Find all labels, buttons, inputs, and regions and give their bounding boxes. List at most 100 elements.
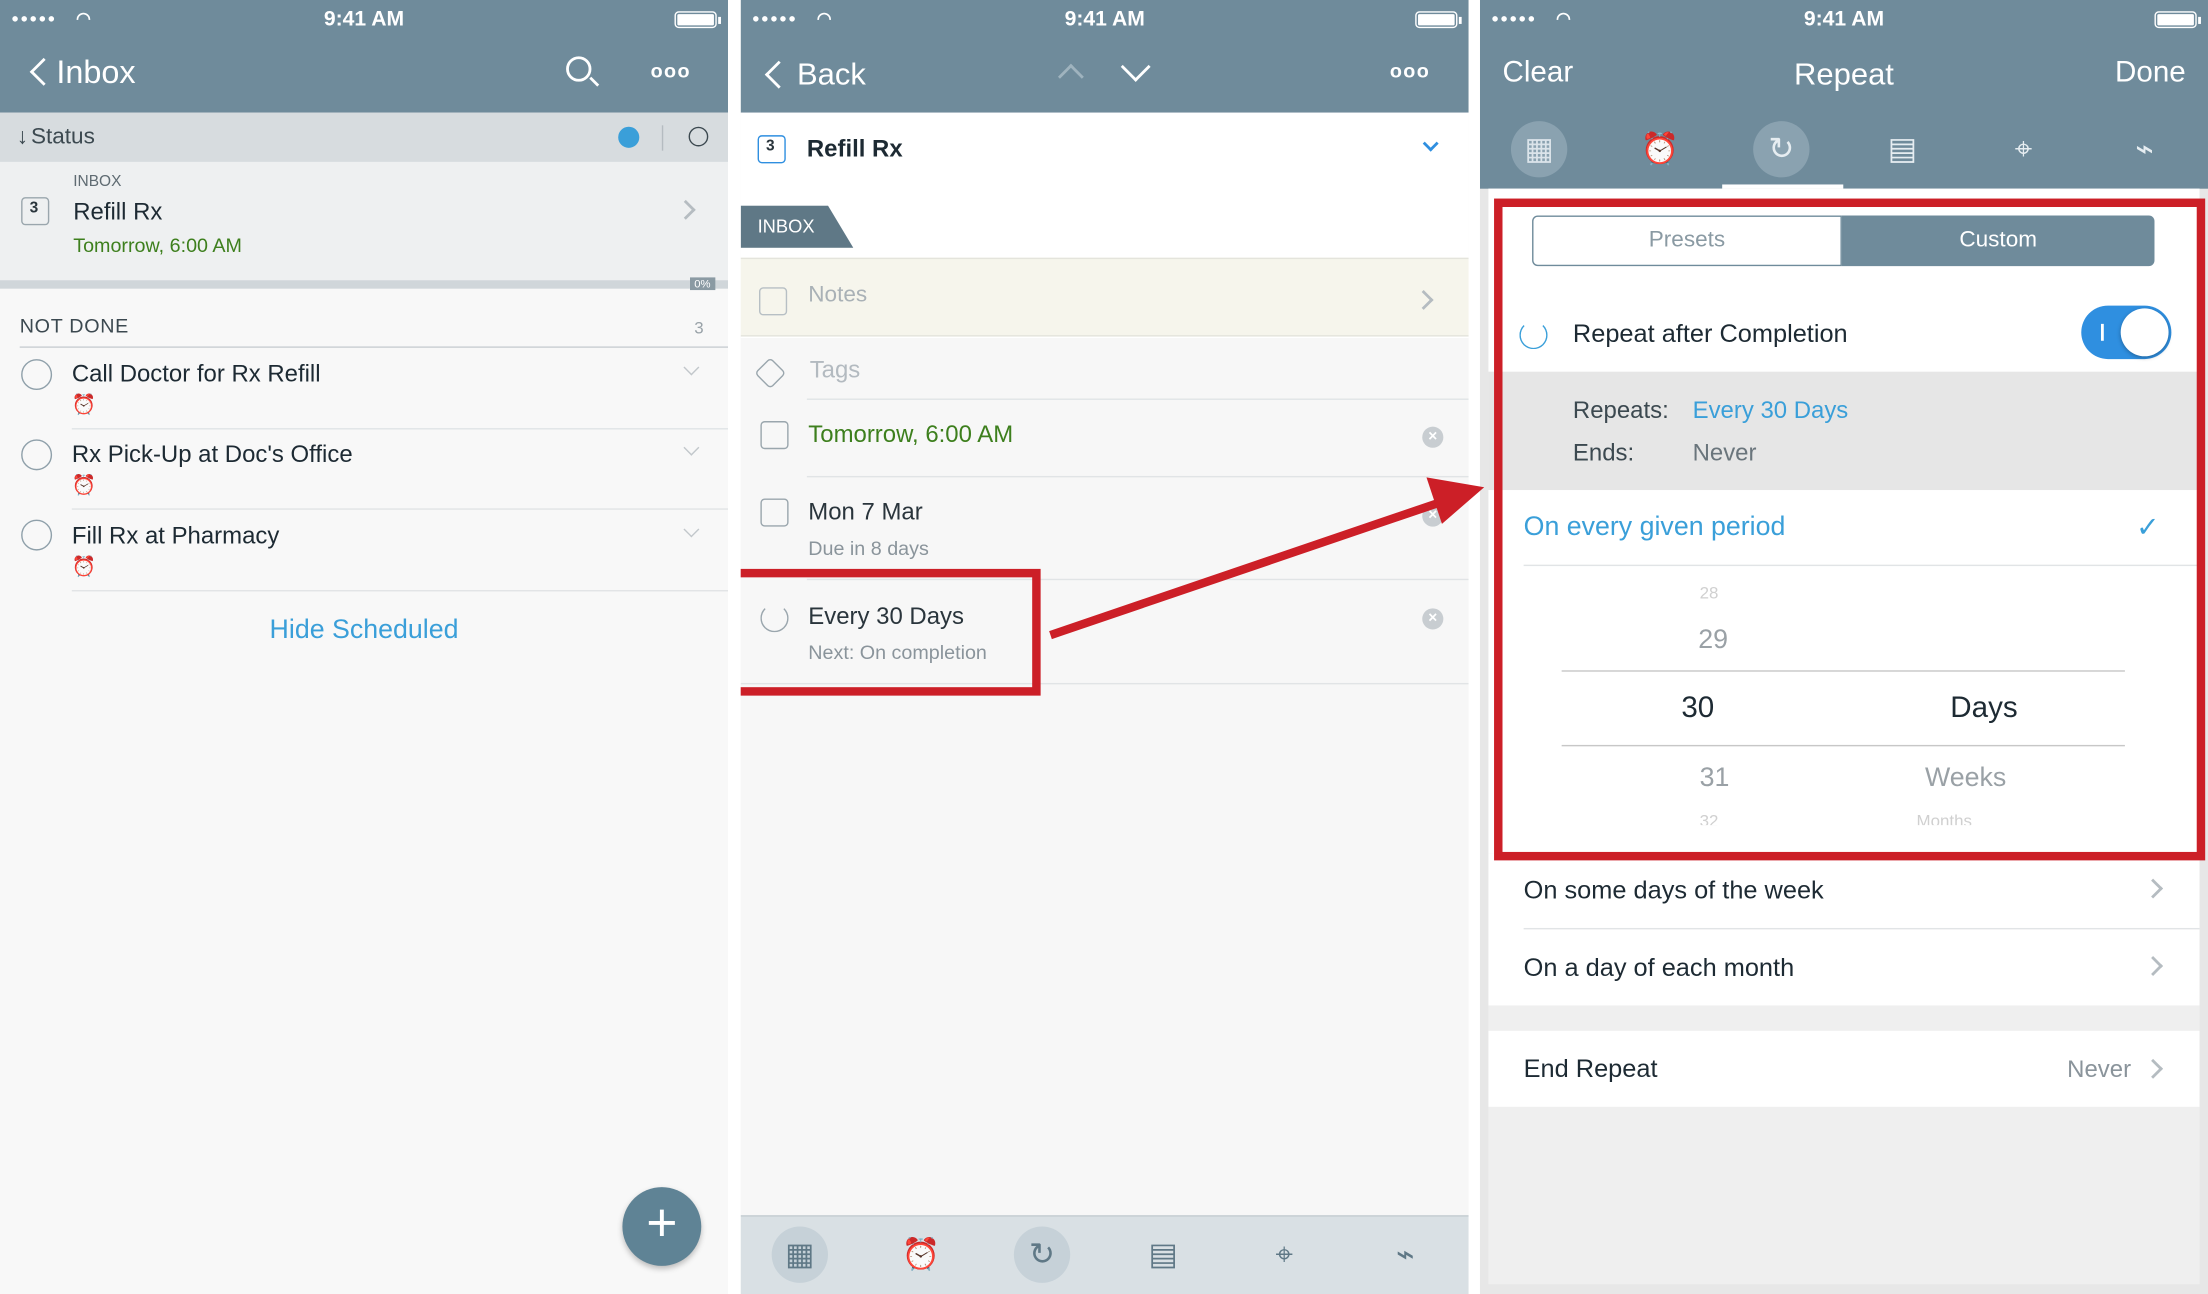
start-date-icon bbox=[760, 421, 789, 450]
repeat-tab-icon[interactable]: ↻ bbox=[1013, 1226, 1071, 1283]
location-tab-icon[interactable]: ⌖ bbox=[1995, 121, 2051, 177]
calendar-tab-icon[interactable]: ▦ bbox=[1510, 121, 1568, 178]
hide-scheduled-button[interactable]: Hide Scheduled bbox=[0, 615, 728, 646]
alarm-tab-icon[interactable]: ⏰ bbox=[893, 1227, 949, 1283]
more-icon[interactable]: ooo bbox=[1390, 59, 1430, 82]
filter-bar: ↓ Status bbox=[0, 112, 729, 162]
project-icon: 3 bbox=[21, 197, 50, 226]
notes-icon bbox=[758, 287, 788, 316]
chevron-down-icon[interactable] bbox=[683, 521, 700, 538]
chevron-down-icon[interactable] bbox=[683, 439, 700, 456]
panel-gutter bbox=[1468, 0, 1480, 1294]
task-title[interactable]: Fill Rx at Pharmacy bbox=[72, 522, 280, 550]
battery-icon bbox=[2154, 11, 2201, 29]
chevron-right-icon bbox=[675, 199, 696, 220]
repeat-tab-icon[interactable]: ↻ bbox=[1753, 121, 1810, 178]
sun-icon[interactable] bbox=[688, 126, 709, 147]
chevron-right-icon bbox=[2143, 1058, 2164, 1079]
attachment-tab-icon[interactable]: ⌁ bbox=[2116, 121, 2172, 177]
status-time: 9:41 AM bbox=[1803, 7, 1885, 31]
repeat-screen: ●●●●● ◠ 9:41 AM Clear Repeat Done ▦ ⏰ ↻ … bbox=[1479, 0, 2208, 1294]
add-task-button[interactable]: + bbox=[622, 1187, 702, 1266]
end-repeat-value: Never bbox=[2067, 1056, 2132, 1083]
alarm-icon: ⏰ bbox=[71, 554, 97, 578]
task-title[interactable]: Rx Pick-Up at Doc's Office bbox=[72, 441, 353, 469]
due-date-icon bbox=[760, 498, 789, 527]
battery-icon bbox=[1415, 11, 1462, 29]
row-divider bbox=[806, 475, 1469, 478]
status-filter-label[interactable]: Status bbox=[31, 125, 95, 150]
scaled-canvas: ●●●●● ◠ 9:41 AM Inbox ooo ↓ Status 3 INB… bbox=[0, 0, 2208, 1294]
alarm-icon: ⏰ bbox=[71, 392, 97, 416]
location-tab-icon[interactable]: ⌖ bbox=[1256, 1227, 1312, 1283]
more-icon[interactable]: ooo bbox=[651, 59, 691, 82]
tags-placeholder[interactable]: Tags bbox=[810, 356, 861, 384]
end-repeat-row[interactable]: End Repeat Never bbox=[1488, 1030, 2200, 1107]
highlight-box bbox=[740, 568, 1041, 696]
clear-repeat-icon[interactable]: × bbox=[1422, 608, 1444, 630]
progress-percent: 0% bbox=[689, 277, 715, 291]
inbox-screen: ●●●●● ◠ 9:41 AM Inbox ooo ↓ Status 3 INB… bbox=[0, 0, 729, 1294]
task-title[interactable]: Call Doctor for Rx Refill bbox=[72, 360, 321, 388]
back-chevron-icon[interactable] bbox=[29, 57, 58, 86]
project-header[interactable]: 3 INBOX Refill Rx Tomorrow, 6:00 AM 0% bbox=[0, 161, 729, 291]
repeat-title: Repeat bbox=[1794, 56, 1894, 92]
section-count: 3 bbox=[694, 318, 704, 338]
detail-tabbar: ▦ ⏰ ↻ ▤ ⌖ ⌁ bbox=[740, 1215, 1469, 1294]
clear-due-icon[interactable]: × bbox=[1422, 505, 1444, 527]
task-checkbox[interactable] bbox=[21, 359, 53, 391]
alarm-icon: ⏰ bbox=[71, 473, 97, 496]
inbox-tag[interactable]: INBOX bbox=[740, 205, 854, 248]
clapper-tab-icon[interactable]: ▤ bbox=[1874, 121, 1930, 177]
status-bar: ●●●●● ◠ 9:41 AM bbox=[1480, 7, 2208, 32]
due-date[interactable]: Mon 7 Mar bbox=[808, 498, 922, 526]
clapper-tab-icon[interactable]: ▤ bbox=[1135, 1227, 1191, 1283]
start-date[interactable]: Tomorrow, 6:00 AM bbox=[808, 421, 1013, 449]
done-button[interactable]: Done bbox=[2115, 56, 2186, 90]
project-icon: 3 bbox=[757, 135, 786, 164]
task-checkbox[interactable] bbox=[21, 439, 53, 471]
due-date-sub: Due in 8 days bbox=[808, 536, 929, 560]
previous-task-icon[interactable] bbox=[1057, 63, 1084, 90]
row-divider bbox=[71, 428, 729, 430]
status-time: 9:41 AM bbox=[323, 7, 405, 31]
back-chevron-icon[interactable] bbox=[764, 60, 793, 89]
project-caption: INBOX bbox=[73, 173, 122, 191]
status-bar: ●●●●● ◠ 9:41 AM bbox=[0, 7, 728, 32]
status-time: 9:41 AM bbox=[1064, 7, 1145, 31]
panel-gutter bbox=[728, 0, 741, 1294]
section-header: NOT DONE bbox=[19, 314, 130, 337]
row-divider bbox=[806, 398, 1469, 400]
search-icon[interactable] bbox=[566, 56, 600, 87]
repeat-navbar: ●●●●● ◠ 9:41 AM Clear Repeat Done ▦ ⏰ ↻ … bbox=[1479, 0, 2208, 189]
progress-track bbox=[0, 280, 729, 289]
task-detail-screen: ●●●●● ◠ 9:41 AM Back ooo 3 Refill Rx INB… bbox=[740, 0, 1469, 1294]
inbox-navbar: ●●●●● ◠ 9:41 AM Inbox ooo bbox=[0, 0, 729, 113]
next-task-icon[interactable] bbox=[1120, 51, 1151, 82]
clock-badge-icon[interactable] bbox=[618, 126, 640, 148]
alarm-tab-icon[interactable]: ⏰ bbox=[1632, 121, 1688, 177]
clear-start-icon[interactable]: × bbox=[1422, 426, 1444, 448]
row-divider bbox=[71, 590, 729, 592]
plus-icon: + bbox=[646, 1194, 678, 1254]
row-divider bbox=[1523, 927, 2200, 930]
chevron-down-icon[interactable] bbox=[683, 359, 700, 376]
weekdays-option[interactable]: On some days of the week bbox=[1524, 876, 1824, 906]
row-divider bbox=[71, 508, 729, 510]
sort-arrow-icon[interactable]: ↓ bbox=[17, 125, 28, 150]
attachment-tab-icon[interactable]: ⌁ bbox=[1377, 1227, 1433, 1283]
task-checkbox[interactable] bbox=[21, 519, 53, 551]
detail-navbar: ●●●●● ◠ 9:41 AM Back ooo bbox=[740, 0, 1469, 113]
chevron-right-icon bbox=[1413, 289, 1434, 310]
highlight-box bbox=[1494, 198, 2206, 861]
project-title: Refill Rx bbox=[73, 198, 163, 226]
calendar-tab-icon[interactable]: ▦ bbox=[771, 1226, 828, 1283]
notes-placeholder: Notes bbox=[808, 283, 868, 307]
notes-row[interactable]: Notes bbox=[740, 257, 1469, 337]
battery-icon bbox=[674, 11, 721, 29]
project-date: Tomorrow, 6:00 AM bbox=[73, 233, 242, 257]
back-inbox-button[interactable]: Inbox bbox=[56, 54, 135, 92]
task-title[interactable]: Refill Rx bbox=[807, 135, 903, 163]
month-day-option[interactable]: On a day of each month bbox=[1524, 953, 1795, 983]
back-button[interactable]: Back bbox=[797, 56, 866, 93]
